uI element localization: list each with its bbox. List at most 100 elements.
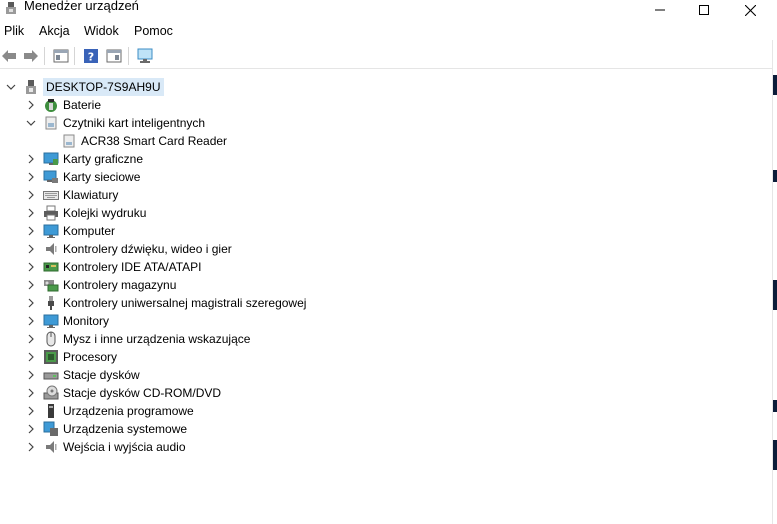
- tree-item-disk-drives[interactable]: Stacje dysków: [24, 366, 140, 384]
- mouse-icon: [43, 331, 59, 347]
- tree-item-audio-io[interactable]: Wejścia i wyjścia audio: [24, 438, 186, 456]
- toolbar-separator: [128, 47, 129, 65]
- tree-item-label: Komputer: [63, 224, 116, 238]
- tree-item-label: Klawiatury: [63, 188, 119, 202]
- maximize-icon: [699, 5, 709, 15]
- audio-io-icon: [43, 439, 59, 455]
- device-manager-icon: [4, 1, 18, 15]
- tree-item-mice[interactable]: Mysz i inne urządzenia wskazujące: [24, 330, 250, 348]
- storage-controller-icon: [43, 277, 59, 293]
- chevron-right-icon[interactable]: [24, 438, 38, 456]
- tree-root-label: DESKTOP-7S9AH9U: [43, 78, 164, 96]
- view-button[interactable]: [105, 47, 123, 65]
- tree-item-monitors[interactable]: Monitory: [24, 312, 109, 330]
- back-button[interactable]: [0, 47, 18, 65]
- menu-action[interactable]: Akcja: [39, 24, 70, 38]
- chevron-right-icon[interactable]: [24, 186, 38, 204]
- chevron-right-icon[interactable]: [24, 150, 38, 168]
- title-bar: Menedżer urządzeń: [0, 0, 777, 20]
- tree-item-storage-controllers[interactable]: Kontrolery magazynu: [24, 276, 176, 294]
- tree-item-acr38-reader[interactable]: ACR38 Smart Card Reader: [61, 132, 227, 150]
- tree-item-ide-controllers[interactable]: Kontrolery IDE ATA/ATAPI: [24, 258, 202, 276]
- background-strip: [773, 440, 777, 470]
- tree-item-system-devices[interactable]: Urządzenia systemowe: [24, 420, 187, 438]
- battery-icon: [43, 97, 59, 113]
- software-device-icon: [43, 403, 59, 419]
- chevron-right-icon[interactable]: [24, 240, 38, 258]
- chevron-right-icon[interactable]: [24, 420, 38, 438]
- tree-item-batteries[interactable]: Baterie: [24, 96, 101, 114]
- menu-help[interactable]: Pomoc: [134, 24, 173, 38]
- svg-text:?: ?: [88, 51, 94, 64]
- tree-item-label: Karty graficzne: [63, 152, 144, 166]
- window-title: Menedżer urządzeń: [24, 0, 139, 13]
- tree-item-print-queues[interactable]: Kolejki wydruku: [24, 204, 146, 222]
- chevron-right-icon[interactable]: [24, 96, 38, 114]
- close-icon: [744, 4, 756, 16]
- help-button[interactable]: ?: [82, 47, 100, 65]
- tree-item-label: Wejścia i wyjścia audio: [63, 440, 186, 454]
- speaker-icon: [43, 241, 59, 257]
- chevron-right-icon[interactable]: [24, 402, 38, 420]
- tree-item-cdrom-drives[interactable]: Stacje dysków CD-ROM/DVD: [24, 384, 221, 402]
- menu-view[interactable]: Widok: [84, 24, 119, 38]
- computer-icon: [23, 79, 39, 95]
- background-strip: [773, 280, 777, 310]
- network-adapter-icon: [43, 169, 59, 185]
- background-strip: [773, 170, 777, 182]
- chevron-down-icon[interactable]: [24, 114, 38, 132]
- chevron-right-icon[interactable]: [24, 168, 38, 186]
- menu-bar: Plik Akcja Widok Pomoc: [0, 20, 777, 42]
- tree-root[interactable]: DESKTOP-7S9AH9U: [4, 78, 164, 96]
- keyboard-icon: [43, 187, 59, 203]
- tree-item-sound-controllers[interactable]: Kontrolery dźwięku, wideo i gier: [24, 240, 232, 258]
- tree-item-label: Kontrolery IDE ATA/ATAPI: [63, 260, 202, 274]
- tree-item-label: Stacje dysków CD-ROM/DVD: [63, 386, 222, 400]
- chevron-right-icon[interactable]: [24, 330, 38, 348]
- tree-item-label: Urządzenia systemowe: [63, 422, 188, 436]
- chevron-right-icon[interactable]: [24, 222, 38, 240]
- tree-item-display-adapters[interactable]: Karty graficzne: [24, 150, 143, 168]
- tree-item-network-adapters[interactable]: Karty sieciowe: [24, 168, 140, 186]
- chevron-right-icon[interactable]: [24, 294, 38, 312]
- tree-item-label: Kontrolery magazynu: [63, 278, 177, 292]
- ide-controller-icon: [43, 259, 59, 275]
- smart-card-reader-icon: [43, 115, 59, 131]
- tree-item-keyboards[interactable]: Klawiatury: [24, 186, 118, 204]
- tree-item-software-devices[interactable]: Urządzenia programowe: [24, 402, 194, 420]
- tree-item-smart-card-readers[interactable]: Czytniki kart inteligentnych: [24, 114, 205, 132]
- chevron-right-icon[interactable]: [24, 384, 38, 402]
- properties-icon: [53, 49, 69, 63]
- chevron-down-icon[interactable]: [4, 78, 18, 96]
- scan-hardware-button[interactable]: [136, 47, 154, 65]
- close-button[interactable]: [727, 0, 773, 20]
- view-icon: [106, 49, 122, 63]
- tree-item-label: Kolejki wydruku: [63, 206, 147, 220]
- minimize-icon: [655, 9, 665, 11]
- tree-item-label: Procesory: [63, 350, 118, 364]
- tree-item-computer[interactable]: Komputer: [24, 222, 115, 240]
- chevron-right-icon[interactable]: [24, 348, 38, 366]
- processor-icon: [43, 349, 59, 365]
- tree-item-processors[interactable]: Procesory: [24, 348, 117, 366]
- chevron-right-icon[interactable]: [24, 366, 38, 384]
- disk-drive-icon: [43, 367, 59, 383]
- minimize-button[interactable]: [637, 0, 683, 20]
- properties-button[interactable]: [52, 47, 70, 65]
- card-reader-icon: [61, 133, 77, 149]
- chevron-right-icon[interactable]: [24, 258, 38, 276]
- chevron-right-icon[interactable]: [24, 276, 38, 294]
- maximize-button[interactable]: [681, 0, 727, 20]
- tree-item-label: Baterie: [63, 98, 102, 112]
- tree-item-usb-controllers[interactable]: Kontrolery uniwersalnej magistrali szere…: [24, 294, 306, 312]
- printer-icon: [43, 205, 59, 221]
- chevron-right-icon[interactable]: [24, 204, 38, 222]
- tree-item-label: Kontrolery uniwersalnej magistrali szere…: [63, 296, 307, 310]
- tree-item-label: Urządzenia programowe: [63, 404, 194, 418]
- tree-item-label: Czytniki kart inteligentnych: [63, 116, 206, 130]
- cdrom-icon: [43, 385, 59, 401]
- tree-item-label: Monitory: [63, 314, 110, 328]
- menu-file[interactable]: Plik: [4, 24, 24, 38]
- forward-button[interactable]: [22, 47, 40, 65]
- chevron-right-icon[interactable]: [24, 312, 38, 330]
